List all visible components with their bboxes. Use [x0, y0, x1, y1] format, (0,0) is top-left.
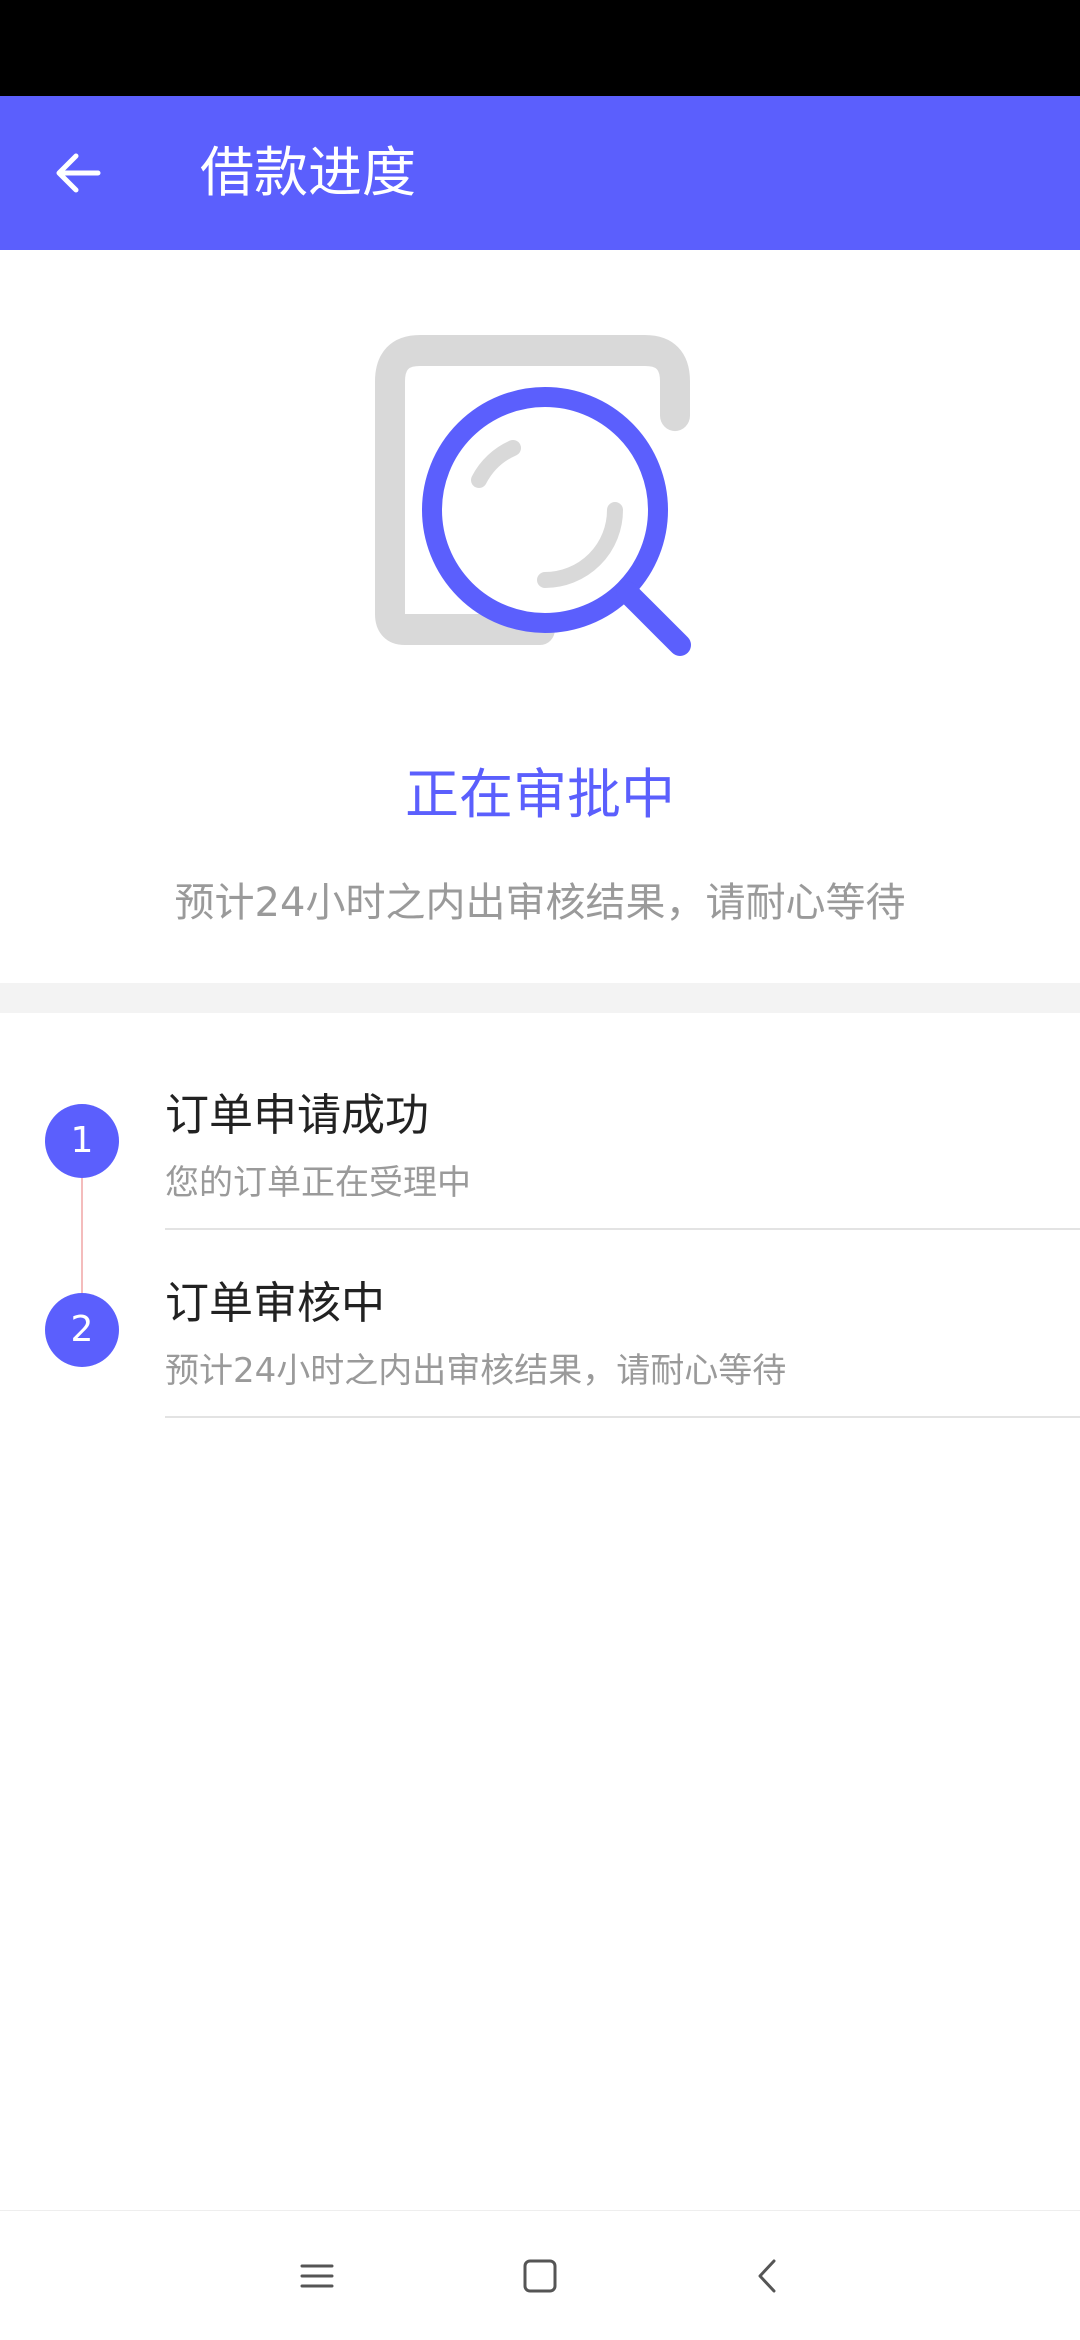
back-button[interactable]	[30, 116, 126, 230]
app-bar: 借款进度	[0, 96, 1080, 250]
step-title: 订单审核中	[165, 1278, 385, 1329]
menu-icon	[300, 2264, 334, 2288]
nav-menu-button[interactable]	[257, 2211, 377, 2340]
chevron-left-icon	[758, 2259, 776, 2293]
section-divider	[0, 983, 1080, 1013]
arrow-left-icon	[56, 153, 101, 193]
approval-status-title: 正在审批中	[405, 763, 675, 826]
system-navigation-bar	[0, 2210, 1080, 2340]
document-search-icon	[375, 335, 691, 656]
screen: 借款进度 正在审批中 预计24小时之内出审核结果，请耐心等待 1 订单申请成功 …	[0, 0, 1080, 2340]
nav-home-button[interactable]	[480, 2211, 600, 2340]
approval-status-panel: 正在审批中 预计24小时之内出审核结果，请耐心等待	[0, 250, 1080, 983]
step-title: 订单申请成功	[165, 1090, 429, 1141]
step-description: 预计24小时之内出审核结果，请耐心等待	[165, 1351, 787, 1391]
home-square-icon	[523, 2259, 557, 2293]
nav-back-button[interactable]	[708, 2211, 828, 2340]
page-title: 借款进度	[200, 141, 416, 204]
step-number-badge: 1	[45, 1104, 119, 1178]
step-description: 您的订单正在受理中	[165, 1163, 471, 1203]
status-bar	[0, 0, 1080, 96]
timeline-step-1: 1 订单申请成功 您的订单正在受理中	[0, 1013, 1080, 1230]
step-divider	[165, 1416, 1080, 1418]
step-number-badge: 2	[45, 1293, 119, 1367]
approval-status-message: 预计24小时之内出审核结果，请耐心等待	[174, 880, 906, 926]
timeline-step-2: 2 订单审核中 预计24小时之内出审核结果，请耐心等待	[0, 1201, 1080, 1418]
progress-timeline: 1 订单申请成功 您的订单正在受理中 2 订单审核中 预计24小时之内出审核结果…	[0, 1013, 1080, 1463]
